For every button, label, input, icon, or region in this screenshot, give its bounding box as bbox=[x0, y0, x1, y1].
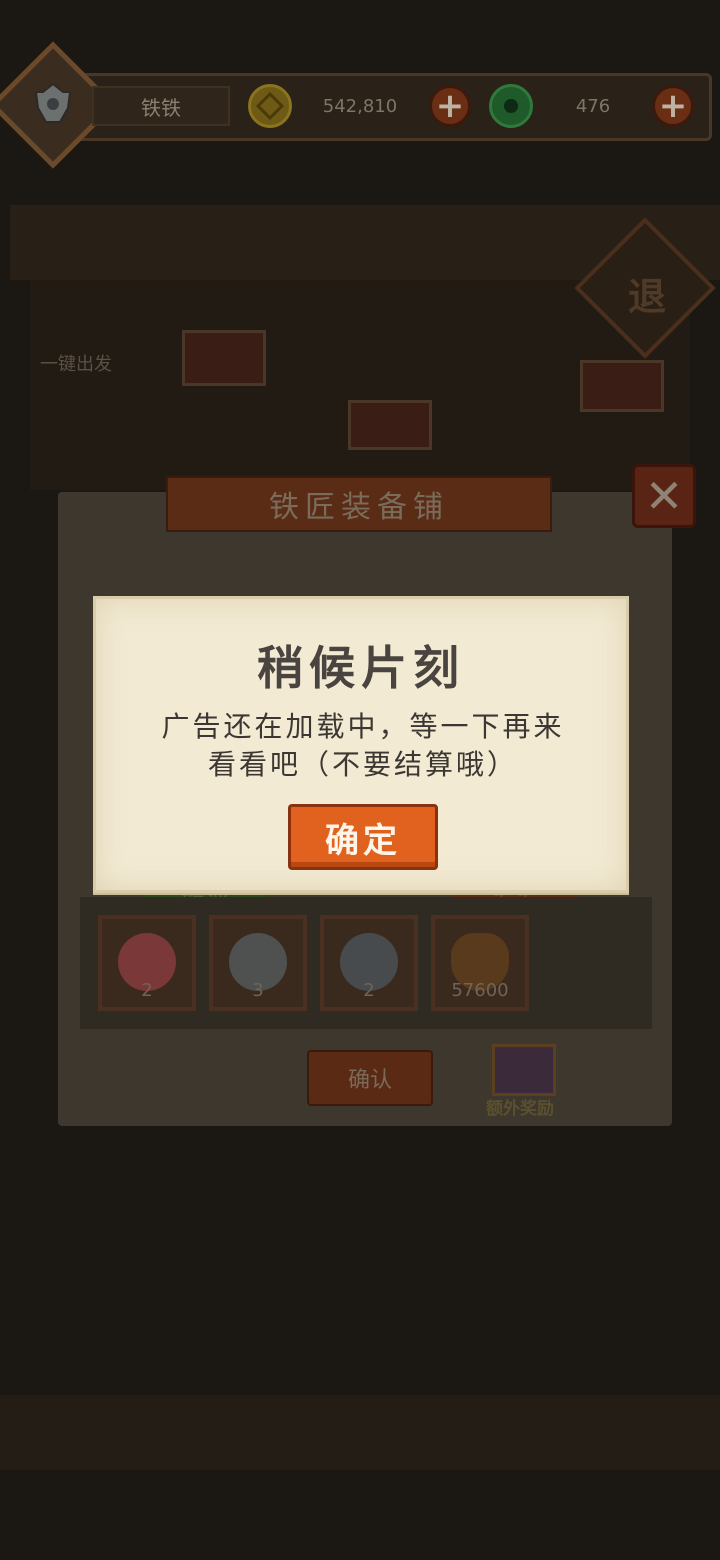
armor-icon bbox=[34, 82, 72, 123]
jade-coin-icon bbox=[489, 84, 533, 128]
jade-amount: 476 bbox=[575, 96, 611, 117]
dialog-message-line: 广告还在加载中，等一下再来 bbox=[161, 710, 565, 743]
gold-amount: 542,810 bbox=[322, 96, 398, 117]
add-gold-button[interactable]: + bbox=[429, 85, 471, 127]
shop-title: 铁匠装备铺 bbox=[166, 476, 552, 532]
close-icon: ✕ bbox=[644, 469, 684, 523]
plus-icon: + bbox=[658, 86, 688, 126]
dialog-title: 稍候片刻 bbox=[257, 641, 465, 695]
hanging-sign bbox=[580, 360, 664, 412]
bottom-nav bbox=[0, 1395, 720, 1470]
item-count: 3 bbox=[252, 980, 264, 1001]
item-count: 2 bbox=[141, 980, 153, 1001]
dialog-message-line: 看看吧（不要结算哦） bbox=[207, 748, 518, 781]
ok-button[interactable]: 确定 bbox=[288, 804, 438, 870]
one-click-depart-label[interactable]: 一键出发 bbox=[40, 350, 112, 376]
confirm-button[interactable]: 确认 bbox=[307, 1050, 433, 1106]
add-jade-button[interactable]: + bbox=[652, 85, 694, 127]
gift-box-icon[interactable] bbox=[492, 1044, 556, 1096]
hanging-sign bbox=[348, 400, 432, 450]
close-button[interactable]: ✕ bbox=[632, 464, 696, 528]
item-count: 57600 bbox=[451, 980, 509, 1001]
gold-coin-icon bbox=[248, 84, 292, 128]
retreat-label: 退 bbox=[628, 275, 667, 319]
hanging-sign bbox=[182, 330, 266, 386]
plus-icon: + bbox=[435, 86, 465, 126]
player-name: 铁铁 bbox=[92, 86, 230, 126]
dialog-message: 广告还在加载中，等一下再来 看看吧（不要结算哦） bbox=[130, 708, 596, 784]
item-count: 2 bbox=[363, 980, 375, 1001]
bonus-reward-label: 额外奖励 bbox=[486, 1099, 554, 1119]
avatar[interactable] bbox=[22, 74, 84, 136]
